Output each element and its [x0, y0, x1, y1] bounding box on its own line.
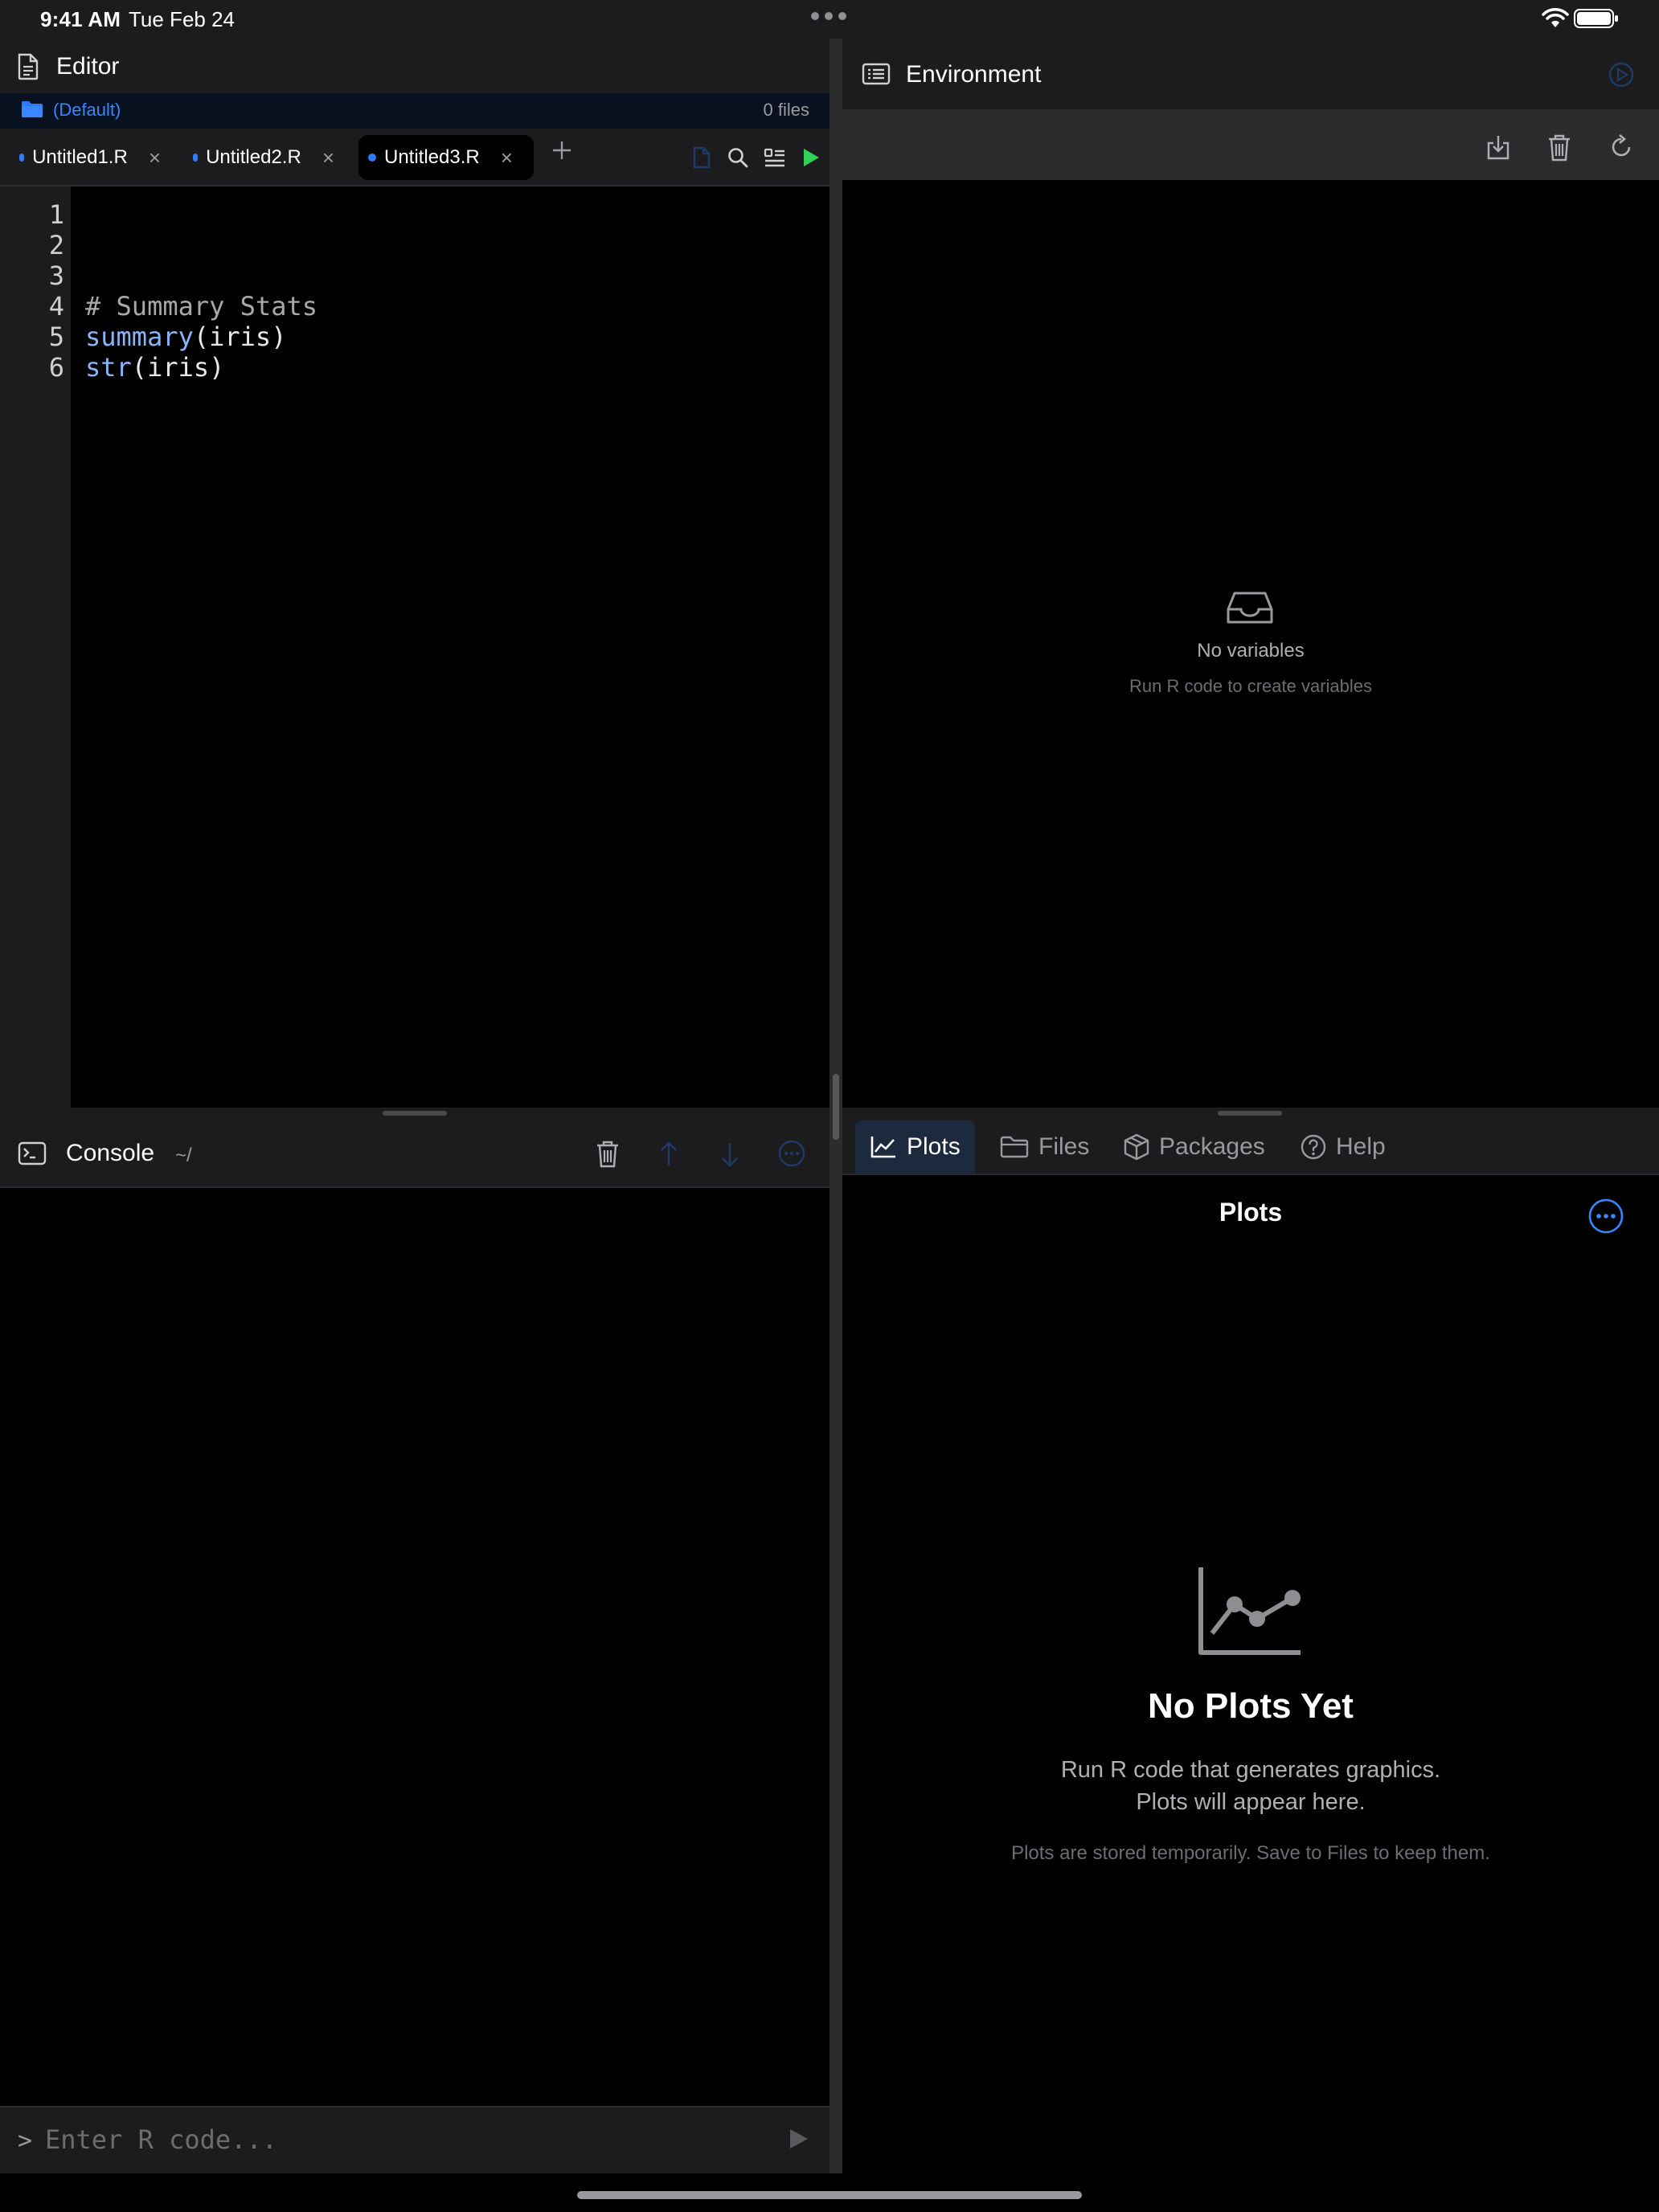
tab-packages[interactable]: Packages: [1109, 1120, 1280, 1174]
tab-files[interactable]: Files: [985, 1120, 1104, 1174]
code-args: (iris): [131, 352, 225, 383]
import-icon[interactable]: [1485, 133, 1511, 161]
terminal-icon: [18, 1141, 47, 1165]
home-indicator[interactable]: [577, 2191, 1082, 2199]
send-button[interactable]: [786, 2127, 810, 2151]
environment-toolbar: [842, 109, 1659, 180]
tab-help[interactable]: Help: [1286, 1120, 1400, 1174]
unsaved-dot: [19, 154, 25, 162]
editor-title: Editor: [56, 53, 120, 80]
splitter-handle[interactable]: [1218, 1111, 1282, 1116]
battery-icon: [1574, 8, 1619, 29]
folder-icon: [21, 100, 43, 119]
code-function: str: [85, 352, 132, 383]
line-number: 5: [48, 322, 64, 352]
close-icon[interactable]: ×: [149, 147, 161, 168]
line-number: 1: [48, 199, 64, 230]
editor-pane: [0, 39, 830, 1108]
empty-state-title: No variables: [1197, 640, 1305, 662]
empty-state-message: Run R code that generates graphics.: [1060, 1757, 1441, 1783]
tab-label: Untitled1.R: [32, 146, 128, 168]
tab-label: Files: [1038, 1133, 1090, 1160]
run-button[interactable]: [801, 146, 821, 169]
trash-icon[interactable]: [1546, 133, 1572, 162]
new-file-icon[interactable]: [691, 146, 712, 169]
empty-state-message: Plots will appear here.: [1136, 1789, 1366, 1815]
console-output: [0, 1188, 830, 2106]
environment-title: Environment: [906, 61, 1042, 88]
format-list-icon[interactable]: [764, 146, 786, 169]
editor-header: [0, 39, 830, 93]
history-down-icon[interactable]: [719, 1140, 741, 1169]
editor-tab-untitled1[interactable]: Untitled1.R ×: [10, 135, 170, 180]
tab-label: Plots: [907, 1133, 961, 1160]
unsaved-dot: [368, 154, 376, 162]
line-number: 6: [48, 352, 64, 383]
empty-state-title: No Plots Yet: [1148, 1686, 1354, 1726]
code-line-5[interactable]: summary(iris): [85, 322, 286, 352]
more-options-icon[interactable]: [778, 1140, 805, 1167]
plots-footnote: Plots are stored temporarily. Save to Fi…: [1011, 1842, 1490, 1864]
unsaved-dot: [193, 154, 199, 162]
file-count: 0 files: [763, 100, 809, 120]
tab-label: Help: [1336, 1133, 1386, 1160]
editor-tab-untitled2[interactable]: Untitled2.R ×: [183, 135, 344, 180]
folder-icon: [1000, 1136, 1029, 1158]
trash-icon[interactable]: [595, 1140, 621, 1169]
tab-label: Untitled2.R: [206, 146, 301, 168]
multitasking-dots-icon[interactable]: [810, 11, 847, 21]
new-tab-button[interactable]: [550, 138, 577, 162]
console-prompt: >: [18, 2127, 33, 2155]
status-date: Tue Feb 24: [129, 7, 236, 31]
code-line-4[interactable]: # Summary Stats: [85, 291, 317, 322]
code-args: (iris): [193, 322, 287, 352]
console-working-directory: ~/: [175, 1145, 192, 1166]
help-icon: [1301, 1134, 1326, 1160]
plots-title: Plots: [1219, 1198, 1283, 1227]
console-input[interactable]: [45, 2119, 768, 2161]
editor-tab-untitled3[interactable]: Untitled3.R ×: [358, 135, 534, 180]
history-up-icon[interactable]: [657, 1140, 680, 1169]
empty-state-subtitle: Run R code to create variables: [1129, 676, 1373, 696]
code-function: summary: [85, 322, 194, 352]
play-circle-icon[interactable]: [1608, 61, 1635, 88]
document-icon: [16, 53, 40, 80]
chart-icon: [870, 1137, 895, 1158]
refresh-icon[interactable]: [1608, 133, 1635, 161]
code-line-6[interactable]: str(iris): [85, 352, 224, 383]
tab-label: Packages: [1159, 1133, 1265, 1160]
splitter-handle[interactable]: [383, 1111, 447, 1116]
line-number: 3: [48, 260, 64, 291]
more-options-icon[interactable]: [1587, 1198, 1624, 1235]
wifi-icon: [1542, 8, 1569, 29]
close-icon[interactable]: ×: [322, 147, 334, 168]
inbox-icon: [1227, 590, 1273, 625]
search-icon[interactable]: [727, 146, 749, 169]
tab-plots[interactable]: Plots: [855, 1120, 975, 1174]
line-chart-icon: [1196, 1564, 1304, 1657]
project-name[interactable]: (Default): [53, 100, 121, 121]
line-number: 4: [48, 291, 64, 322]
vertical-splitter-handle[interactable]: [833, 1074, 839, 1140]
line-number: 2: [48, 230, 64, 260]
status-time: 9:41 AM: [40, 7, 121, 31]
package-icon: [1124, 1133, 1149, 1161]
close-icon[interactable]: ×: [501, 147, 513, 168]
tab-label: Untitled3.R: [384, 146, 480, 168]
console-title: Console: [66, 1140, 155, 1166]
list-icon: [862, 63, 891, 85]
